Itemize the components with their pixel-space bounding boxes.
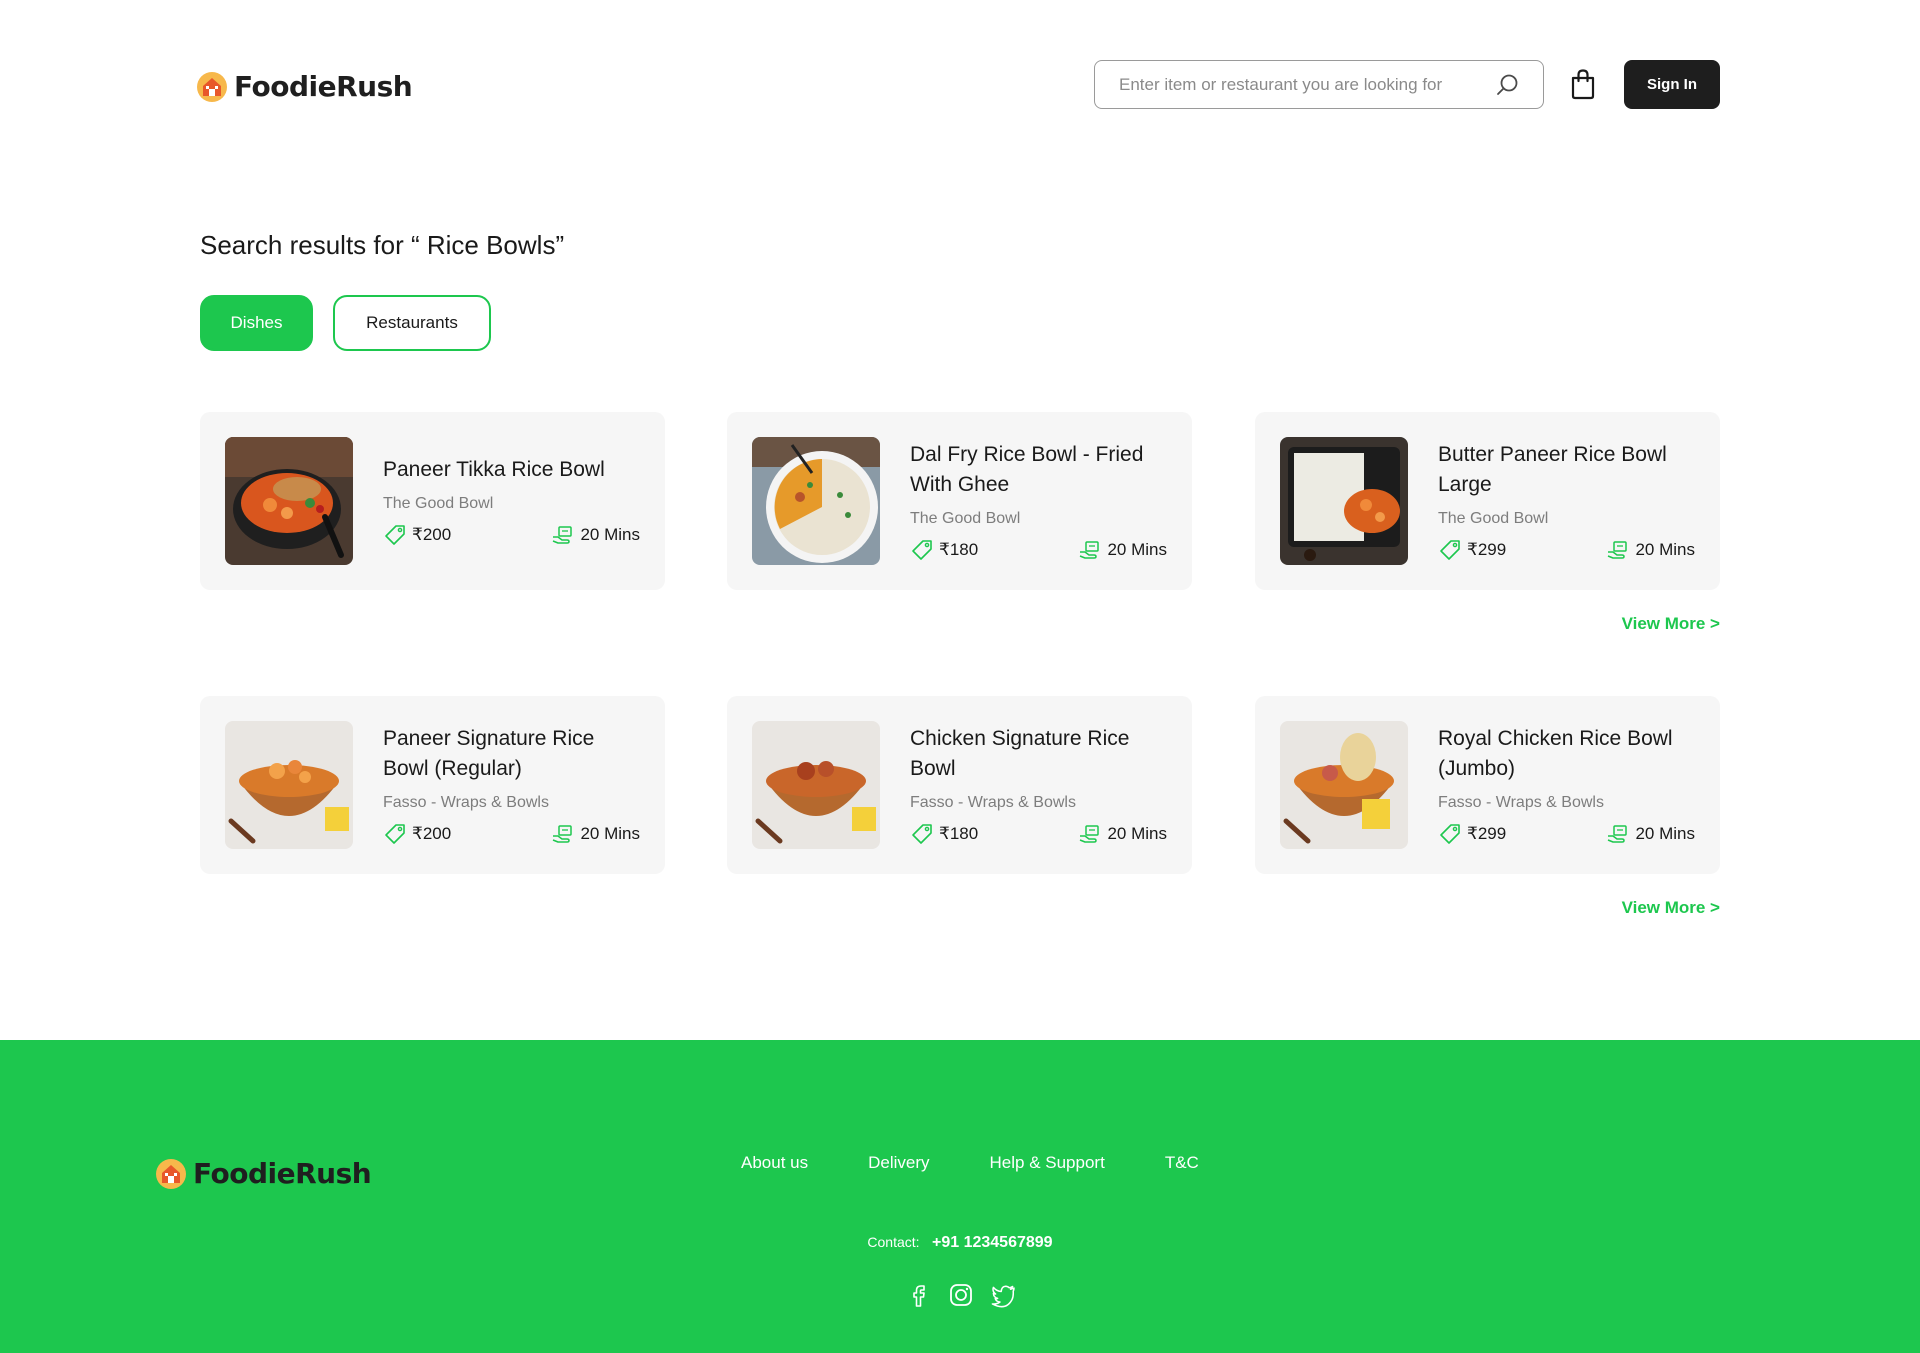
dish-card[interactable]: Dal Fry Rice Bowl - Fried With Ghee The … (727, 412, 1192, 590)
dish-price: ₹200 (412, 525, 452, 544)
brand-name: FoodieRush (193, 1157, 372, 1190)
dish-price: ₹200 (412, 824, 452, 843)
dish-card[interactable]: Paneer Signature Rice Bowl (Regular) Fas… (200, 696, 665, 874)
delivery-time-icon (1608, 825, 1628, 843)
delivery-time: 20 Mins (1635, 540, 1695, 559)
dish-name: Royal Chicken Rice Bowl (Jumbo) (1438, 727, 1673, 780)
delivery-time-icon (553, 825, 573, 843)
header: FoodieRush Sign In (0, 0, 1920, 170)
dish-price: ₹299 (1467, 824, 1507, 843)
twitter-icon[interactable] (990, 1282, 1016, 1308)
restaurant-name: The Good Bowl (910, 510, 1021, 527)
shopping-bag-icon[interactable] (1570, 68, 1596, 100)
restaurant-name: Fasso - Wraps & Bowls (1438, 794, 1604, 811)
restaurant-name: The Good Bowl (383, 495, 494, 512)
delivery-time: 20 Mins (1635, 824, 1695, 843)
restaurant-logo-icon (197, 71, 227, 102)
footer-link-terms[interactable]: T&C (1165, 1153, 1199, 1173)
search-results-title: Search results for “ Rice Bowls” (200, 230, 565, 260)
price-tag-icon (385, 824, 405, 844)
footer-link-delivery[interactable]: Delivery (868, 1153, 929, 1173)
delivery-time-icon (1080, 541, 1100, 559)
dish-image (752, 721, 880, 849)
contact-phone[interactable]: +91 1234567899 (932, 1234, 1053, 1251)
dish-card[interactable]: Chicken Signature Rice Bowl Fasso - Wrap… (727, 696, 1192, 874)
dish-name: Dal Fry Rice Bowl - Fried With Ghee (910, 443, 1144, 496)
footer-link-help-support[interactable]: Help & Support (990, 1153, 1105, 1173)
delivery-time: 20 Mins (580, 525, 640, 544)
restaurant-name: Fasso - Wraps & Bowls (910, 794, 1076, 811)
contact-label: Contact: (867, 1234, 920, 1250)
delivery-time: 20 Mins (1107, 824, 1167, 843)
search-bar[interactable] (1094, 60, 1544, 109)
facebook-icon[interactable] (906, 1282, 932, 1308)
price-tag-icon (912, 540, 932, 560)
tab-restaurants[interactable]: Restaurants (333, 295, 491, 351)
delivery-time-icon (553, 526, 573, 544)
dish-image (1280, 437, 1408, 565)
brand-logo[interactable]: FoodieRush (196, 70, 413, 103)
price-tag-icon (1440, 540, 1460, 560)
contact-info: Contact: +91 1234567899 (0, 1234, 1920, 1252)
instagram-icon[interactable] (948, 1282, 974, 1308)
restaurant-name: The Good Bowl (1438, 510, 1549, 527)
footer: FoodieRush About us Delivery Help & Supp… (0, 1040, 1920, 1353)
dish-card[interactable]: Royal Chicken Rice Bowl (Jumbo) Fasso - … (1255, 696, 1720, 874)
delivery-time: 20 Mins (580, 824, 640, 843)
dish-image (225, 721, 353, 849)
tab-dishes[interactable]: Dishes (200, 295, 313, 351)
dish-name: Paneer Signature Rice Bowl (Regular) (383, 727, 595, 780)
footer-link-about[interactable]: About us (741, 1153, 808, 1173)
dish-image (225, 437, 353, 565)
sign-in-button[interactable]: Sign In (1624, 60, 1720, 109)
view-more-link[interactable]: View More > (1622, 898, 1720, 918)
price-tag-icon (1440, 824, 1460, 844)
view-more-link[interactable]: View More > (1622, 614, 1720, 634)
social-links (906, 1282, 1032, 1308)
footer-nav: About us Delivery Help & Support T&C (741, 1153, 1259, 1173)
dish-price: ₹180 (939, 824, 979, 843)
restaurant-name: Fasso - Wraps & Bowls (383, 794, 549, 811)
price-tag-icon (912, 824, 932, 844)
price-tag-icon (385, 525, 405, 545)
dish-price: ₹180 (939, 540, 979, 559)
search-icon[interactable] (1495, 72, 1521, 98)
dish-name: Butter Paneer Rice Bowl Large (1438, 443, 1667, 496)
restaurant-logo-icon (156, 1158, 186, 1189)
delivery-time: 20 Mins (1107, 540, 1167, 559)
dish-image (752, 437, 880, 565)
dish-card[interactable]: Butter Paneer Rice Bowl Large The Good B… (1255, 412, 1720, 590)
delivery-time-icon (1080, 825, 1100, 843)
search-input[interactable] (1119, 74, 1495, 95)
brand-name: FoodieRush (234, 70, 413, 103)
dish-card[interactable]: Paneer Tikka Rice Bowl The Good Bowl ₹20… (200, 412, 665, 590)
dish-price: ₹299 (1467, 540, 1507, 559)
dish-image (1280, 721, 1408, 849)
dish-name: Paneer Tikka Rice Bowl (383, 458, 605, 481)
delivery-time-icon (1608, 541, 1628, 559)
footer-brand-logo[interactable]: FoodieRush (155, 1157, 372, 1190)
dish-name: Chicken Signature Rice Bowl (910, 727, 1130, 780)
